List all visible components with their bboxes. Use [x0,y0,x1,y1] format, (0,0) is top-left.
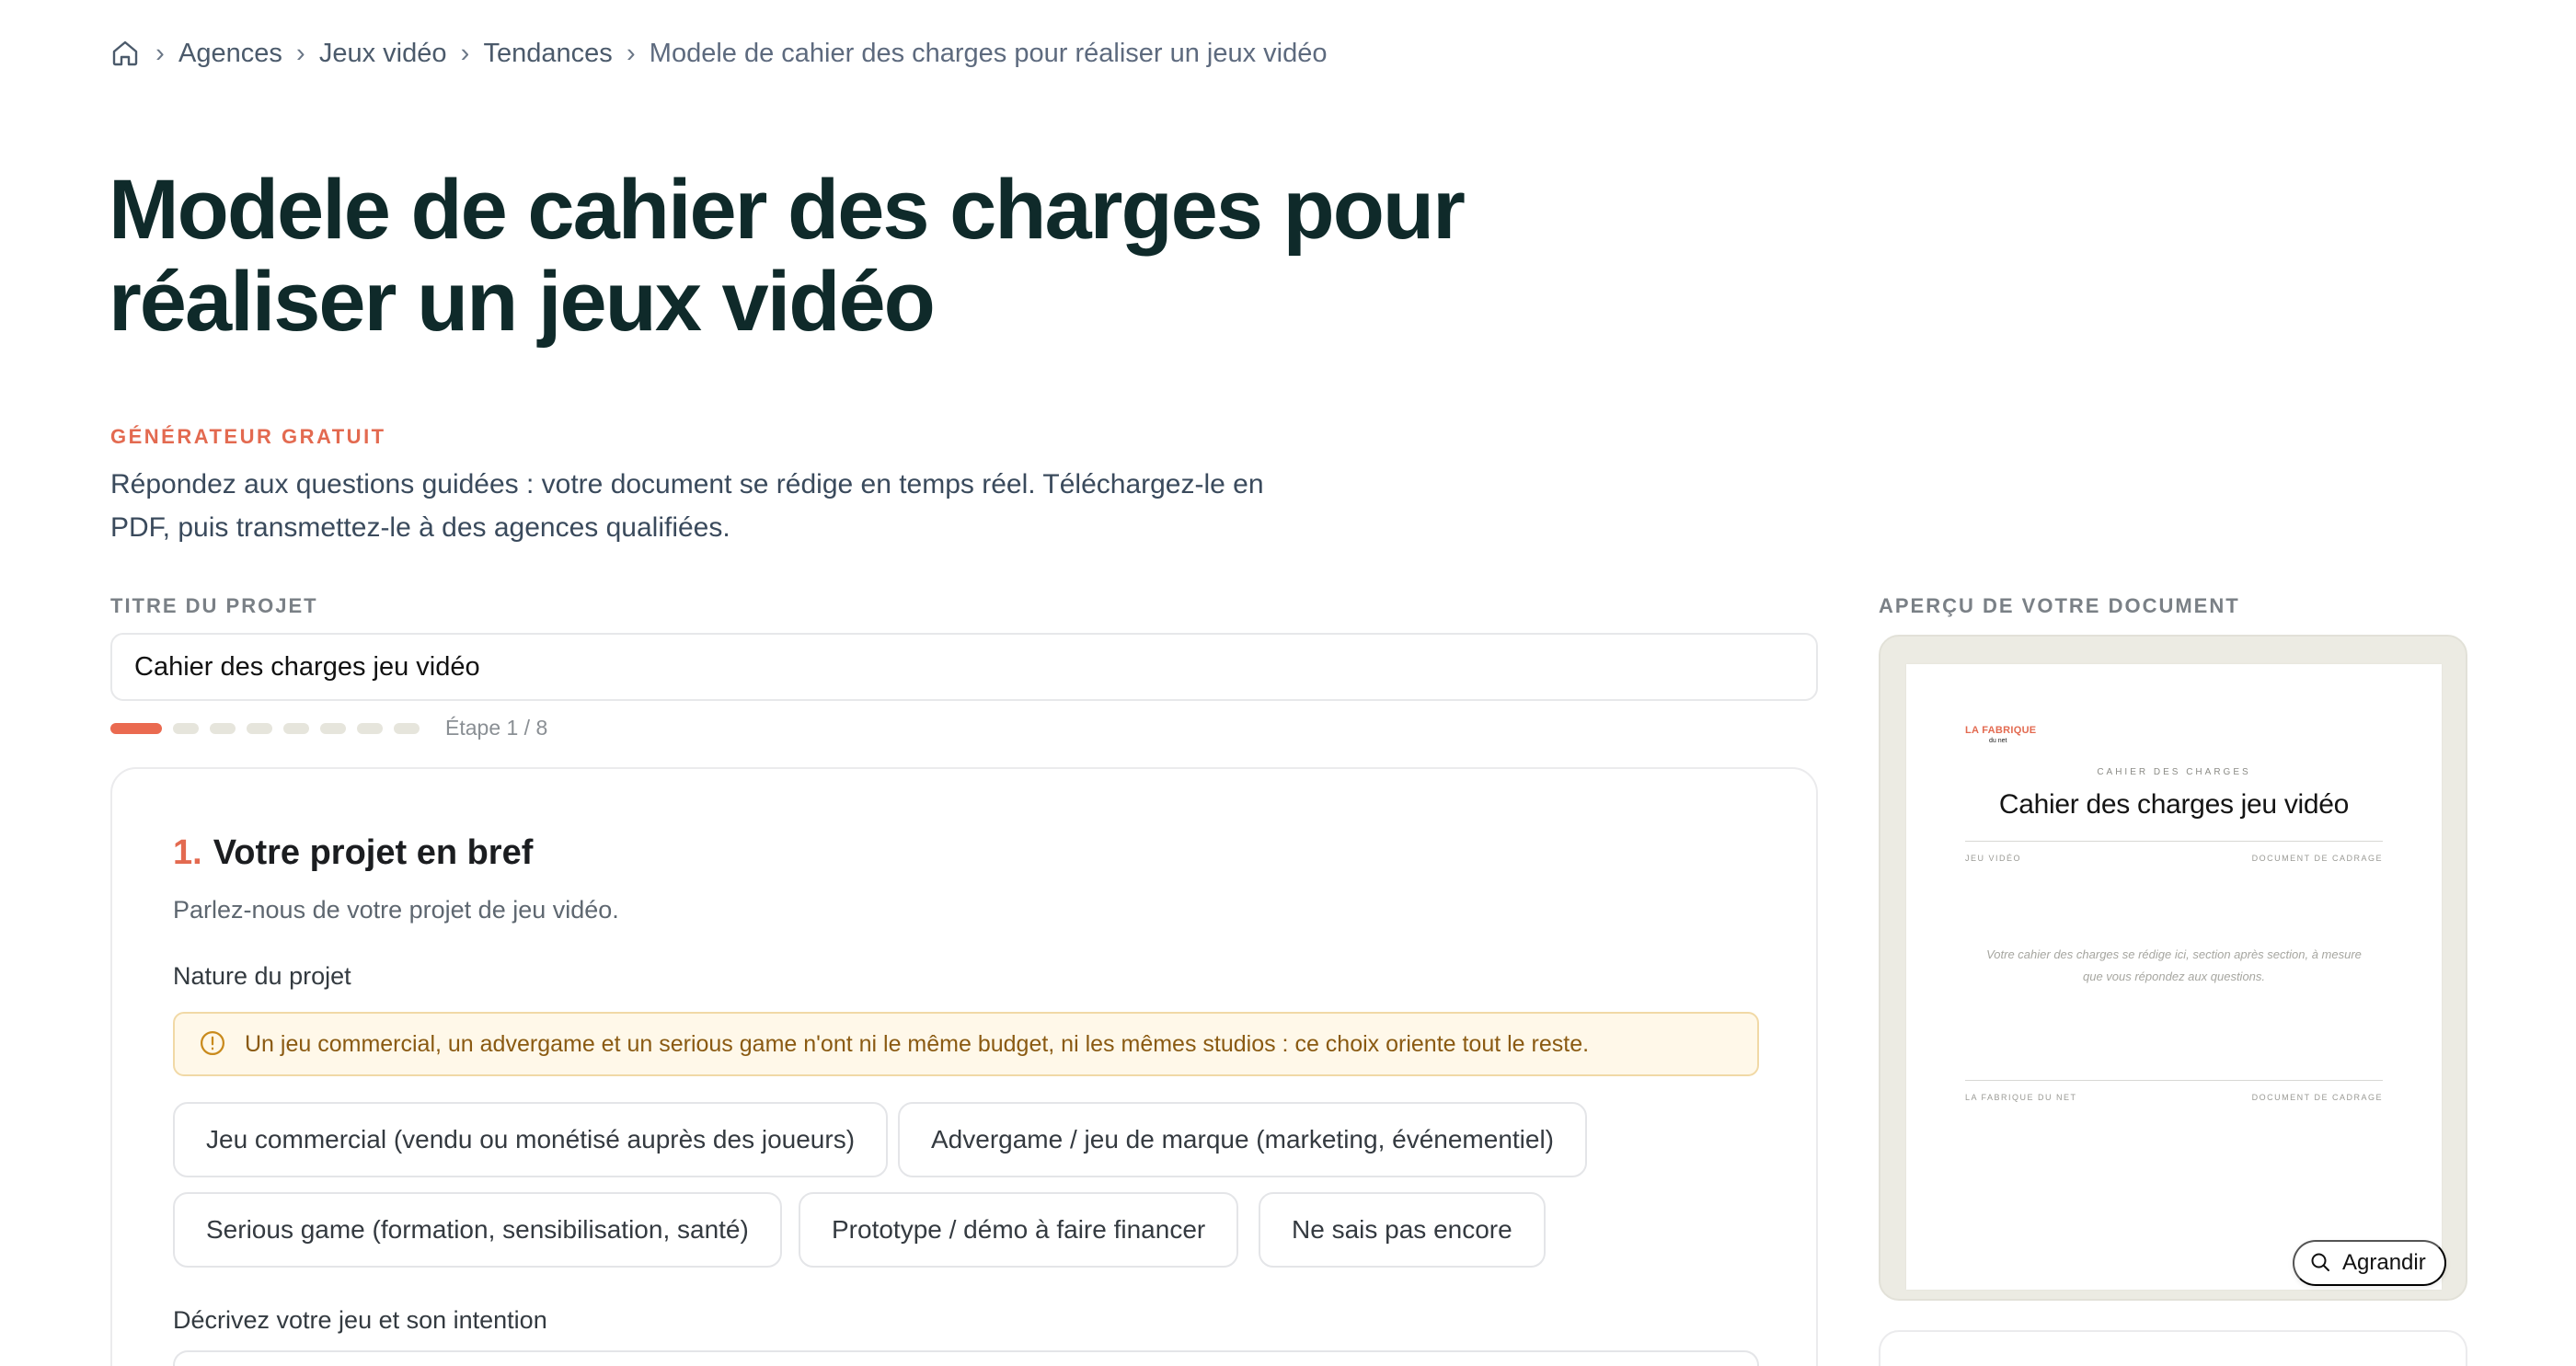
info-circle-icon [199,1029,228,1059]
step-dot [247,722,272,734]
question-label-description: Décrivez votre jeu et son intention [173,1306,547,1334]
preview-divider [1965,841,2383,842]
zoom-button[interactable]: Agrandir [2293,1240,2446,1286]
preview-label: APERÇU DE VOTRE DOCUMENT [1879,594,2240,617]
preview-logo-sub: du net [1989,738,2007,744]
preview-footer-divider [1965,1080,2383,1081]
preview-next-card [1879,1330,2467,1366]
step-progress: Étape 1 / 8 [110,716,547,740]
step-dot [210,722,236,734]
intro-line-2: PDF, puis transmettez-le à des agences q… [110,512,730,543]
chevron-right-icon: › [155,38,165,68]
chevron-right-icon: › [626,38,636,68]
preview-logo: LA FABRIQUE [1965,725,2037,736]
option-ne-sais-pas[interactable]: Ne sais pas encore [1259,1192,1546,1268]
preview-meta-right: DOCUMENT DE CADRAGE [2251,854,2383,863]
preview-placeholder-line-2: que vous répondez aux questions. [2082,970,2266,983]
document-preview: LA FABRIQUE du net CAHIER DES CHARGES Ca… [1879,635,2467,1301]
step-dot [173,722,199,734]
option-serious-game[interactable]: Serious game (formation, sensibilisation… [173,1192,782,1268]
intro-text: Répondez aux questions guidées : votre d… [110,463,1398,549]
project-title-label: TITRE DU PROJET [110,594,318,617]
step-label: Étape 1 / 8 [445,716,548,740]
project-title-input[interactable] [110,633,1818,701]
breadcrumb-item-agences[interactable]: Agences [178,39,282,69]
zoom-button-label: Agrandir [2342,1250,2426,1275]
preview-placeholder-line-1: Votre cahier des charges se rédige ici, … [1986,947,2362,961]
preview-placeholder: Votre cahier des charges se rédige ici, … [1965,944,2383,988]
option-advergame[interactable]: Advergame / jeu de marque (marketing, év… [898,1102,1588,1177]
generator-eyebrow: GÉNÉRATEUR GRATUIT [110,425,386,448]
page-title-line-1: Modele de cahier des charges pour [109,163,1466,257]
step-dot-active [110,722,162,734]
section-subtitle: Parlez-nous de votre projet de jeu vidéo… [173,896,619,924]
chevron-right-icon: › [460,38,470,68]
preview-meta-left: JEU VIDÉO [1965,854,2022,863]
preview-kicker: CAHIER DES CHARGES [2097,767,2251,777]
info-callout: Un jeu commercial, un advergame et un se… [173,1012,1759,1076]
step-dot [283,722,309,734]
preview-paper: LA FABRIQUE du net CAHIER DES CHARGES Ca… [1906,664,2442,1290]
home-icon[interactable] [110,38,142,69]
section-title-text: Votre projet en bref [213,833,534,872]
preview-footer-left: LA FABRIQUE DU NET [1965,1093,2077,1102]
option-prototype[interactable]: Prototype / démo à faire financer [799,1192,1239,1268]
option-jeu-commercial[interactable]: Jeu commercial (vendu ou monétisé auprès… [173,1102,889,1177]
info-callout-text: Un jeu commercial, un advergame et un se… [245,1030,1590,1057]
breadcrumb: › Agences › Jeux vidéo › Tendances › Mod… [110,35,1328,72]
step-dot [320,722,346,734]
form-section-card: 1. Votre projet en bref Parlez-nous de vo… [110,767,1818,1366]
page-title: Modele de cahier des charges pour réalis… [109,164,1544,348]
question-label-nature: Nature du projet [173,962,351,990]
section-title: 1. Votre projet en bref [173,833,533,873]
breadcrumb-item-jeux-video[interactable]: Jeux vidéo [319,39,447,69]
preview-doc-title: Cahier des charges jeu vidéo [1998,789,2350,820]
page-title-line-2: réaliser un jeux vidéo [109,255,936,349]
description-textarea[interactable] [173,1350,1759,1366]
step-dot [357,722,383,734]
preview-footer-right: DOCUMENT DE CADRAGE [2251,1093,2383,1102]
search-icon [2309,1251,2333,1275]
breadcrumb-current: Modele de cahier des charges pour réalis… [649,38,1328,68]
chevron-right-icon: › [296,38,305,68]
step-dot [394,722,420,734]
intro-line-1: Répondez aux questions guidées : votre d… [110,469,1264,499]
breadcrumb-item-tendances[interactable]: Tendances [484,39,613,69]
section-number: 1. [173,833,202,872]
